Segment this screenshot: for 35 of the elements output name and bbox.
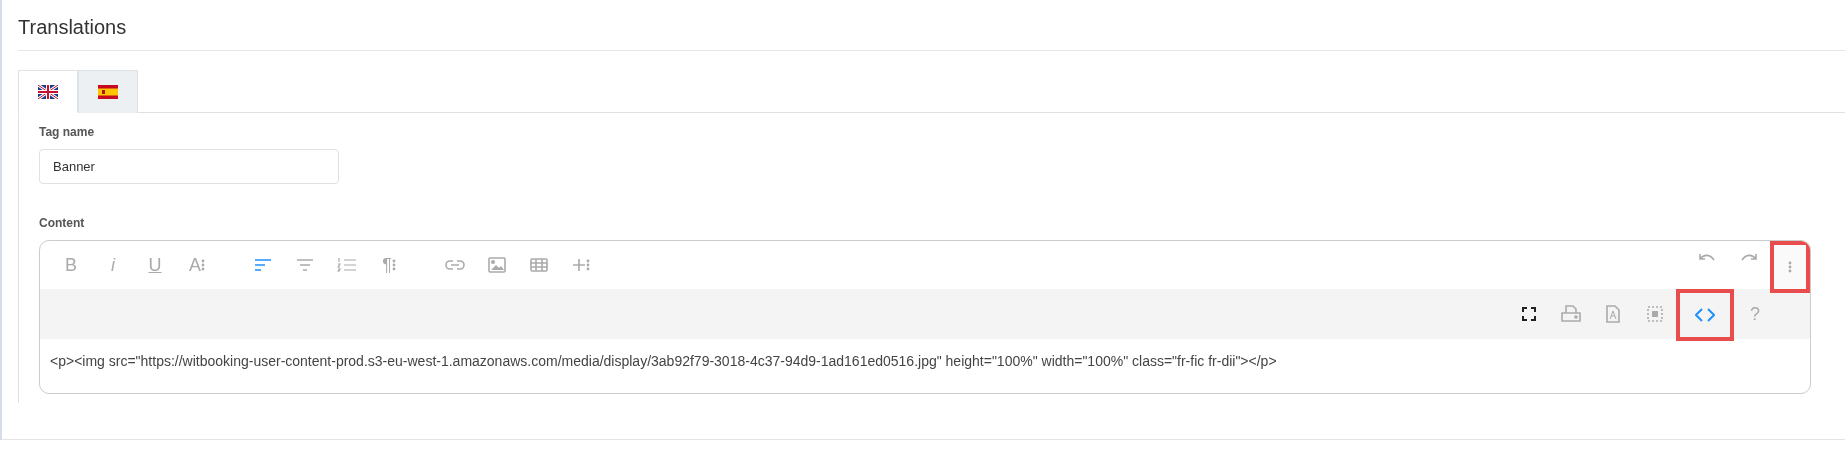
more-options-button[interactable]: [1770, 241, 1810, 293]
spain-flag-icon: [98, 85, 118, 99]
code-view-button[interactable]: [1676, 289, 1734, 341]
select-all-icon: [1647, 306, 1663, 322]
dots-icon: [391, 259, 396, 271]
field-label: Tag name: [39, 124, 95, 141]
code-view-icon: [1695, 308, 1715, 322]
field-label: Content: [39, 215, 85, 232]
plus-icon: [572, 258, 586, 272]
editor-content[interactable]: <p><img src="https://witbooking-user-content-prod.s3-eu-west-1.amazonaws.com/media/display/3ab92f79-3018-4c37-94d9-1ad161ed0516.jpg" height="100%" width="100%" class="fr-fic fr-dii"></p>: [40, 339, 1810, 393]
language-tab[interactable]: [78, 70, 138, 113]
paragraph-style-button[interactable]: ¶: [368, 245, 410, 285]
paragraph-format-icon: [296, 258, 314, 272]
dots-icon: [586, 259, 590, 271]
align-left-icon: [254, 258, 272, 272]
underline-button[interactable]: U: [134, 245, 176, 285]
table-icon: [530, 258, 548, 272]
dots-icon: [201, 259, 205, 271]
printer-icon: [1561, 305, 1581, 323]
link-icon: [445, 259, 465, 271]
language-tab[interactable]: [18, 70, 78, 113]
help-button[interactable]: ?: [1734, 294, 1776, 334]
section-title: Translations: [18, 0, 1845, 51]
uk-flag-icon: [38, 84, 58, 99]
fullscreen-icon: [1522, 307, 1536, 321]
italic-button[interactable]: i: [92, 245, 134, 285]
undo-icon: [1698, 252, 1716, 262]
redo-icon: [1740, 252, 1758, 262]
pdf-document-icon: [1606, 305, 1620, 323]
numbered-list-icon: [337, 257, 357, 273]
image-icon: [488, 257, 506, 273]
bold-button[interactable]: B: [50, 245, 92, 285]
tag-name-field[interactable]: Banner: [39, 149, 339, 184]
font-size-button[interactable]: A: [176, 245, 218, 285]
dots-icon: [1788, 261, 1792, 273]
